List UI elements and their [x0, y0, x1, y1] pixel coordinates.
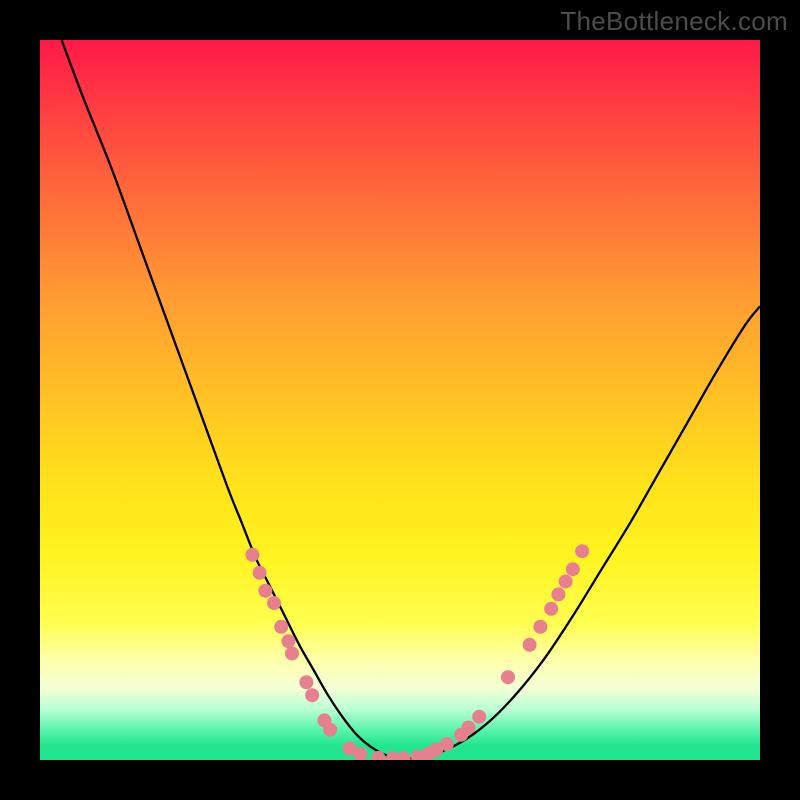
scatter-dot: [544, 602, 558, 616]
scatter-dot: [472, 710, 486, 724]
scatter-dot: [575, 544, 589, 558]
scatter-dot: [258, 584, 272, 598]
scatter-dot: [566, 562, 580, 576]
scatter-dot: [245, 548, 259, 562]
scatter-dot: [501, 670, 515, 684]
scatter-dot: [305, 688, 319, 702]
scatter-dot: [440, 737, 454, 751]
scatter-dot: [281, 634, 295, 648]
scatter-dot: [299, 675, 313, 689]
scatter-dot: [461, 721, 475, 735]
scatter-dot: [285, 646, 299, 660]
scatter-dot: [533, 620, 547, 634]
scatter-dot: [559, 574, 573, 588]
chart-frame: TheBottleneck.com: [0, 0, 800, 800]
scatter-dots: [245, 544, 589, 760]
scatter-dot: [523, 638, 537, 652]
scatter-dot: [274, 620, 288, 634]
watermark-text: TheBottleneck.com: [560, 6, 788, 37]
scatter-dot: [551, 587, 565, 601]
scatter-dot: [371, 751, 385, 760]
plot-area: [40, 40, 760, 760]
scatter-dot: [267, 596, 281, 610]
scatter-dot: [253, 566, 267, 580]
scatter-dot: [397, 751, 411, 760]
bottleneck-curve: [62, 40, 760, 759]
chart-svg: [40, 40, 760, 760]
scatter-dot: [323, 723, 337, 737]
